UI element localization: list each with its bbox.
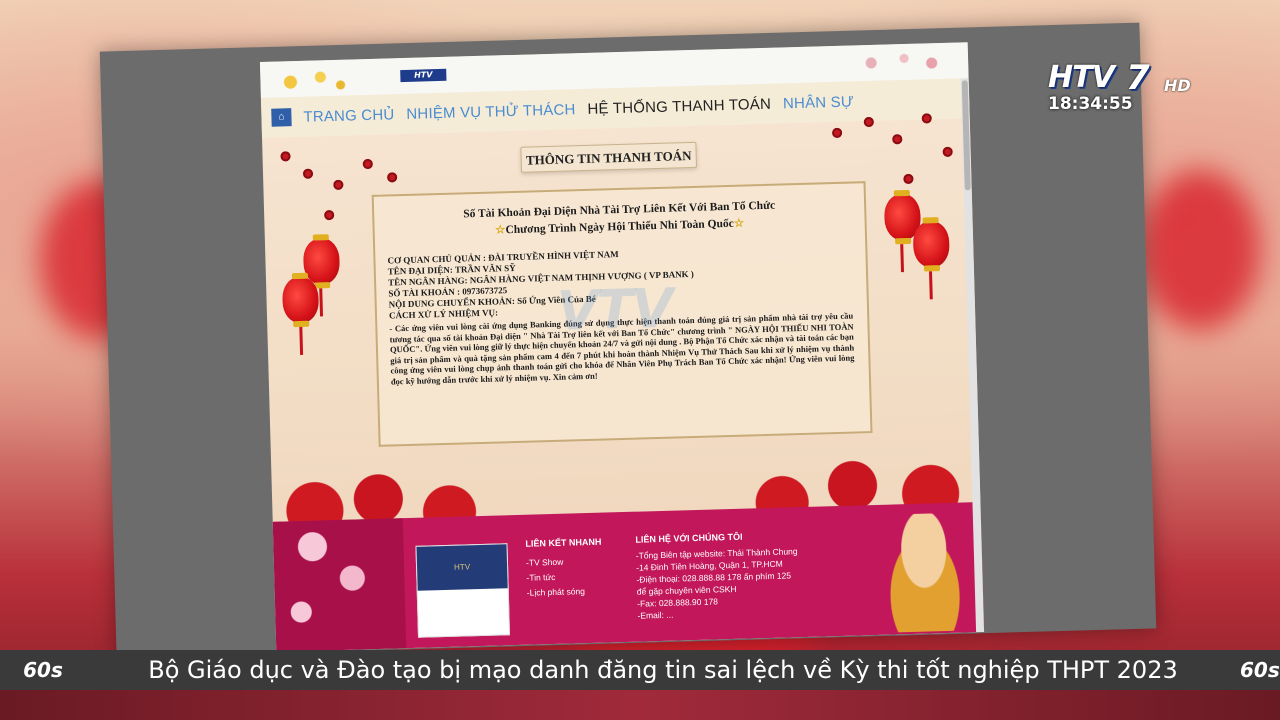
broadcast-clock: 18:34:55 [1048, 94, 1133, 114]
lantern-tassel [319, 288, 324, 317]
peach-blossom-decoration [837, 42, 949, 82]
program-badge: 60s [23, 658, 63, 682]
lantern-tassel [900, 244, 905, 273]
nav-item-challenges[interactable]: NHIỆM VỤ THỬ THÁCH [406, 101, 576, 123]
site-footer: HTV LIÊN KẾT NHANH -TV Show -Tin tức -Lị… [272, 502, 985, 652]
site-logo[interactable]: HTV [400, 68, 447, 83]
channel-logo: HTV 7 HD [1048, 58, 1191, 98]
program-badge-right: 60s [1240, 658, 1280, 682]
lantern-tassel [299, 326, 304, 355]
nav-item-home[interactable]: TRANG CHỦ [303, 106, 394, 126]
star-icon: ☆ [733, 217, 745, 230]
footer-card-image[interactable]: HTV [415, 543, 511, 638]
lantern-tassel [929, 271, 933, 300]
lantern-icon [912, 220, 950, 268]
bottom-background-strip [0, 690, 1280, 720]
news-ticker: 60s Bộ Giáo dục và Đào tạo bị mạo danh đ… [0, 650, 1280, 690]
home-icon[interactable]: ⌂ [271, 108, 292, 127]
quick-links-column: LIÊN KẾT NHANH -TV Show -Tin tức -Lịch p… [525, 535, 603, 601]
cherry-blossom-decoration [272, 518, 407, 652]
payment-info-box: VTV Số Tài Khoản Đại Diện Nhà Tài Trợ Li… [371, 181, 873, 447]
lantern-icon [281, 276, 320, 324]
nav-item-payment[interactable]: HỆ THỐNG THANH TOÁN [587, 95, 771, 117]
footer-link[interactable]: -Lịch phát sóng [527, 584, 603, 601]
star-icon: ☆ [495, 224, 506, 237]
watermark: VTV [556, 276, 673, 343]
ticker-headline: Bộ Giáo dục và Đào tạo bị mạo danh đăng … [148, 656, 1178, 684]
page-title: THÔNG TIN THANH TOÁN [520, 141, 698, 173]
webpage-screenshot: HTV ⌂ TRANG CHỦ NHIỆM VỤ THỬ THÁCH HỆ TH… [259, 42, 985, 652]
contact-column: LIÊN HỆ VỚI CHÚNG TÔI -Tổng Biên tập web… [635, 531, 798, 621]
tiger-mascot-image [874, 512, 975, 633]
